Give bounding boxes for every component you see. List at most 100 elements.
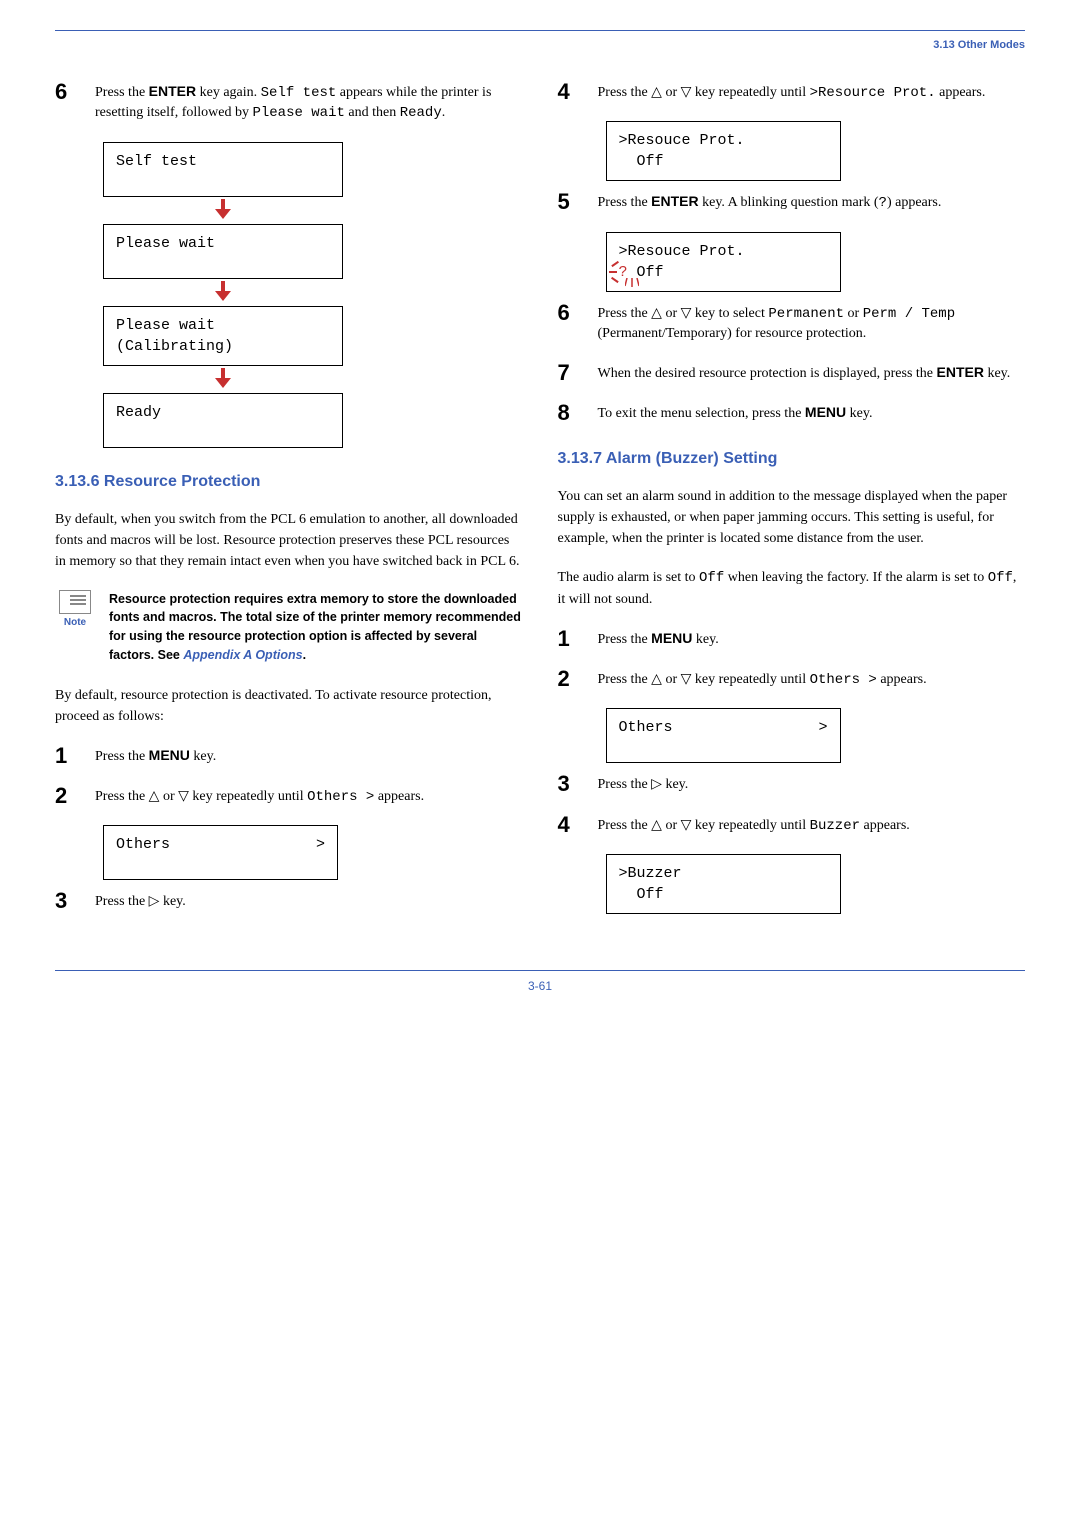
t: Press the <box>95 894 149 909</box>
heading-alarm-buzzer: 3.13.7 Alarm (Buzzer) Setting <box>558 450 1026 468</box>
right-step-8: 8 To exit the menu selection, press the … <box>558 402 1026 424</box>
t: Press the <box>95 789 149 804</box>
lcd-box: Please wait <box>103 224 343 279</box>
t: or <box>662 85 681 100</box>
t: appears. <box>860 818 910 833</box>
top-rule <box>55 30 1025 31</box>
right-step-6: 6 Press the △ or ▽ key to select Permane… <box>558 302 1026 345</box>
step-text: Press the MENU key. <box>598 628 1026 650</box>
key-name: MENU <box>149 747 190 763</box>
t: Press the <box>598 306 652 321</box>
t: Press the <box>95 85 149 100</box>
right-column: 4 Press the △ or ▽ key repeatedly until … <box>558 81 1026 930</box>
lcd-box-wrap: >Resouce Prot. Off <box>606 121 1026 181</box>
code: Permanent <box>768 306 844 322</box>
lcd-line: >Buzzer <box>619 865 682 882</box>
two-column-layout: 6 Press the ENTER key again. Self test a… <box>55 81 1025 930</box>
rp-step-1: 1 Press the MENU key. <box>55 745 523 767</box>
step-text: Press the △ or ▽ key repeatedly until Ot… <box>95 785 523 807</box>
code: >Resource Prot. <box>810 85 936 101</box>
lcd-line: (Calibrating) <box>116 338 233 355</box>
t: Press the <box>95 749 149 764</box>
down-arrow-icon <box>103 368 343 391</box>
note-label: Note <box>55 617 95 628</box>
blink-rays-icon <box>625 274 639 295</box>
t: appears. <box>936 85 986 100</box>
note-icon-glyph <box>59 590 91 614</box>
note-link[interactable]: Appendix A Options <box>183 648 302 662</box>
t: key repeatedly until <box>691 85 809 100</box>
lcd-box-wrap: Others > <box>606 708 1026 763</box>
down-triangle-icon: ▽ <box>681 81 692 101</box>
lcd-box-wrap: Others > <box>103 825 523 880</box>
up-triangle-icon: △ <box>651 668 662 688</box>
key-name: MENU <box>651 630 692 646</box>
code: Ready <box>400 105 442 121</box>
down-triangle-icon: ▽ <box>178 785 189 805</box>
t: . <box>303 648 306 662</box>
lcd-box: Please wait (Calibrating) <box>103 306 343 366</box>
t: or <box>662 306 681 321</box>
t: key repeatedly until <box>691 818 809 833</box>
lcd-line: >Resouce Prot. <box>619 132 745 149</box>
t: or <box>662 818 681 833</box>
up-triangle-icon: △ <box>651 81 662 101</box>
t: To exit the menu selection, press the <box>598 406 805 421</box>
t: ) appears. <box>887 195 941 210</box>
t: or <box>662 672 681 687</box>
down-triangle-icon: ▽ <box>681 814 692 834</box>
lcd-line: > <box>818 717 827 754</box>
t: key repeatedly until <box>691 672 809 687</box>
t: (Permanent/Temporary) for resource prote… <box>598 326 867 341</box>
lcd-line: > <box>316 834 325 871</box>
right-triangle-icon: ▷ <box>651 773 662 793</box>
t: key. <box>692 632 718 647</box>
lcd-box: Ready <box>103 393 343 448</box>
code: Others > <box>307 789 374 805</box>
step-text: Press the △ or ▽ key to select Permanent… <box>598 302 1026 345</box>
lcd-box: Self test <box>103 142 343 197</box>
t: key. <box>190 749 216 764</box>
key-name: MENU <box>805 404 846 420</box>
t: key. <box>846 406 872 421</box>
step-text: When the desired resource protection is … <box>598 362 1026 384</box>
alarm-step-3: 3 Press the ▷ key. <box>558 773 1026 795</box>
lcd-line: Please wait <box>116 317 215 334</box>
down-arrow-icon <box>103 281 343 304</box>
lcd-line: Others <box>116 834 170 871</box>
note-block: Note Resource protection requires extra … <box>55 590 523 665</box>
lcd-box: >Resouce Prot. ? Off <box>606 232 841 292</box>
step-number: 3 <box>55 890 75 912</box>
alarm-step-4: 4 Press the △ or ▽ key repeatedly until … <box>558 814 1026 836</box>
right-step-5: 5 Press the ENTER key. A blinking questi… <box>558 191 1026 213</box>
step-number: 8 <box>558 402 578 424</box>
step-text: Press the ENTER key. A blinking question… <box>598 191 1026 213</box>
t: Press the <box>598 818 652 833</box>
page-number: 3-61 <box>528 979 552 993</box>
lcd-box-wrap: >Resouce Prot. ? Off <box>606 232 1026 292</box>
t: or <box>844 306 863 321</box>
key-name: ENTER <box>937 364 984 380</box>
note-text: Resource protection requires extra memor… <box>109 590 523 665</box>
up-triangle-icon: △ <box>651 302 662 322</box>
step-number: 6 <box>558 302 578 324</box>
note-icon: Note <box>55 590 95 628</box>
t: Press the <box>598 195 652 210</box>
step-text: Press the MENU key. <box>95 745 523 767</box>
code: Self test <box>261 85 337 101</box>
lcd-line: Off <box>619 153 664 170</box>
code: Perm / Temp <box>863 306 955 322</box>
t: key. A blinking question mark ( <box>699 195 879 210</box>
step-number: 4 <box>558 81 578 103</box>
step-number: 2 <box>558 668 578 690</box>
left-column: 6 Press the ENTER key again. Self test a… <box>55 81 523 930</box>
t: or <box>159 789 178 804</box>
code: Others > <box>810 672 877 688</box>
code: ? <box>879 195 887 211</box>
alarm-step-2: 2 Press the △ or ▽ key repeatedly until … <box>558 668 1026 690</box>
key-name: ENTER <box>149 83 196 99</box>
t: key. <box>984 366 1010 381</box>
t: When the desired resource protection is … <box>598 366 937 381</box>
t: . <box>442 105 446 120</box>
code: Off <box>699 570 724 586</box>
